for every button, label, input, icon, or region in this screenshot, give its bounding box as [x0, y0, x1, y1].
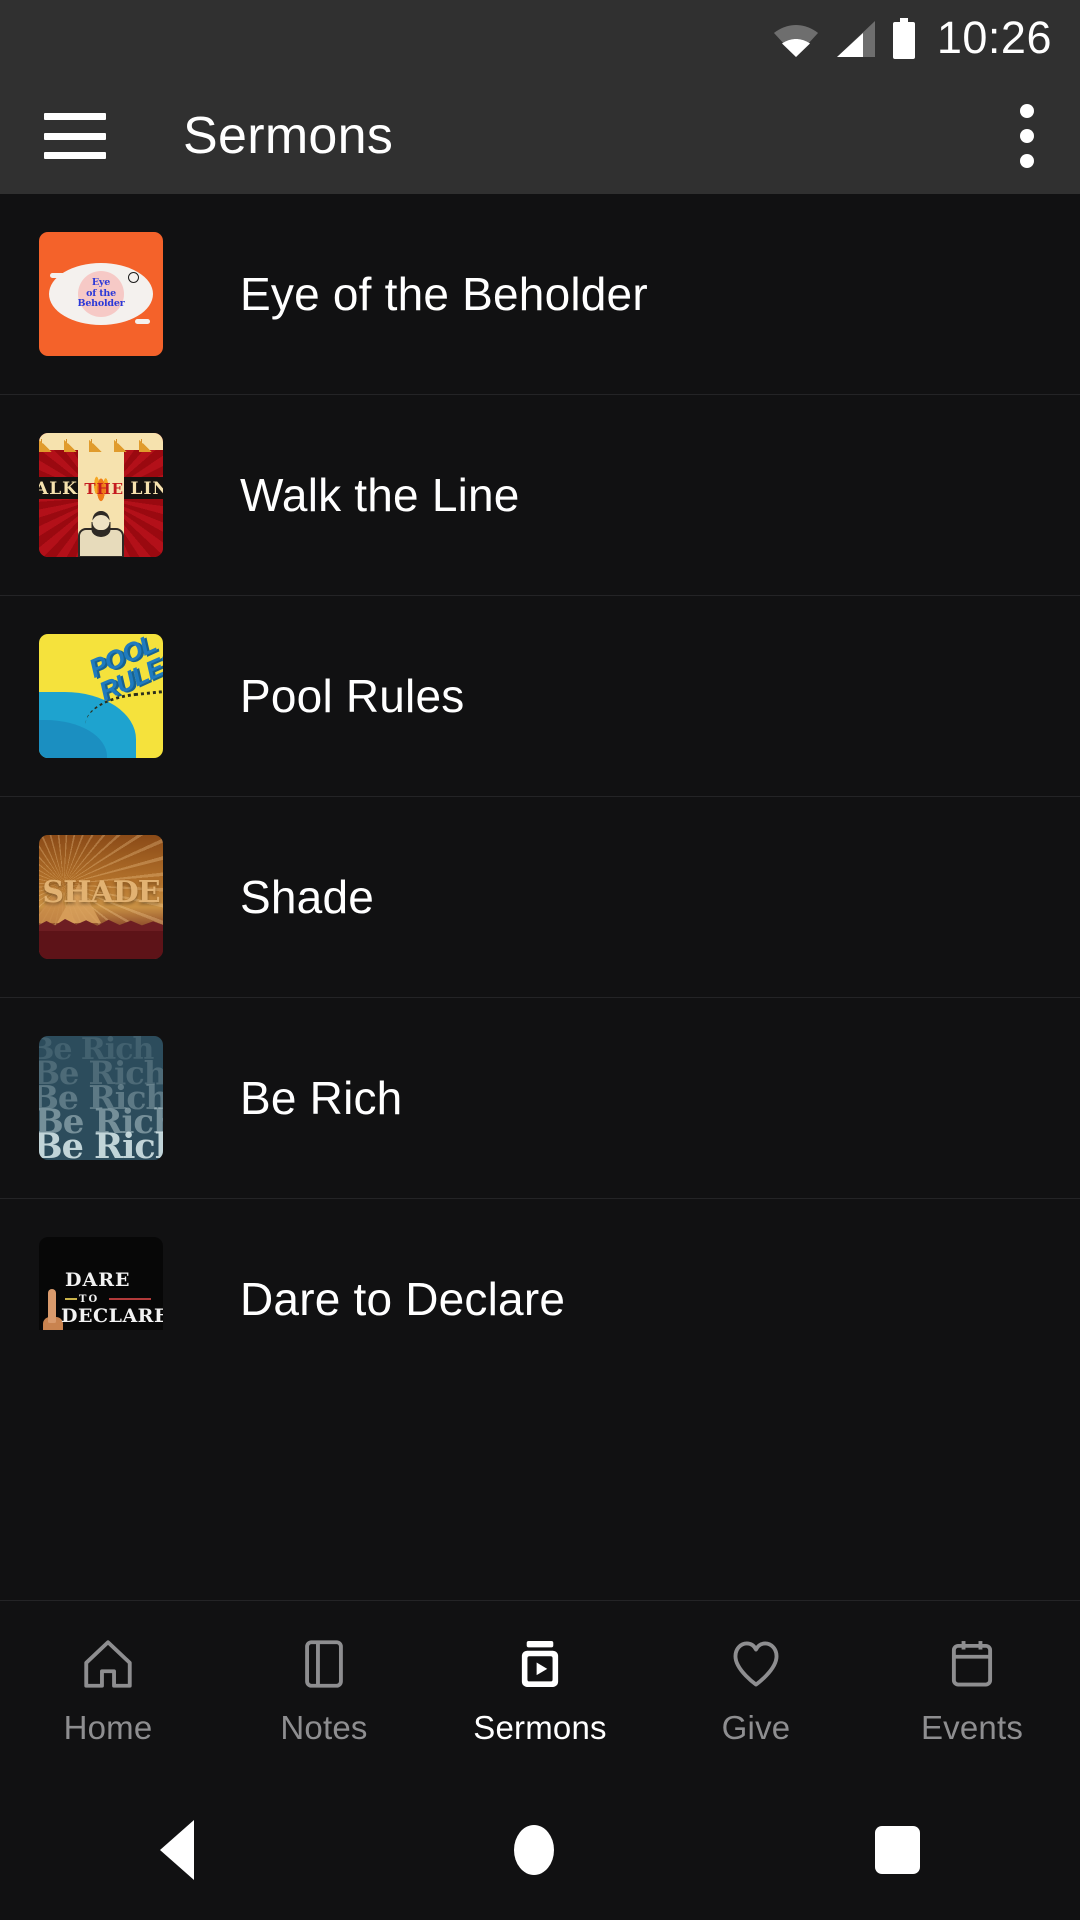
tab-label: Sermons: [473, 1708, 607, 1746]
recents-square-icon[interactable]: [874, 1826, 920, 1874]
art-text-line: Be Rich: [39, 1126, 163, 1160]
tab-sermons[interactable]: Sermons: [432, 1635, 648, 1747]
cellular-signal-icon: [836, 21, 875, 57]
tab-give[interactable]: Give: [648, 1635, 864, 1747]
art-text-line: DECLARE: [61, 1305, 163, 1327]
bottom-tab-bar: Home Notes Sermons Give Events: [0, 1600, 1080, 1780]
art-text-line: TO: [79, 1294, 100, 1305]
notes-icon: [305, 1639, 343, 1688]
status-bar-clock: 10:26: [936, 11, 1052, 63]
sermon-title: Shade: [240, 870, 375, 923]
back-triangle-icon[interactable]: [160, 1820, 195, 1880]
tab-home[interactable]: Home: [0, 1635, 216, 1747]
home-icon: [84, 1639, 132, 1688]
list-item[interactable]: DARE TO DECLARE Dare to Declare: [0, 1199, 1080, 1330]
tab-label: Notes: [280, 1708, 368, 1746]
tab-notes[interactable]: Notes: [216, 1635, 432, 1747]
tab-label: Give: [721, 1708, 791, 1746]
hamburger-menu-icon[interactable]: [44, 113, 106, 159]
list-item[interactable]: SHADE Shade: [0, 797, 1080, 998]
art-text-line: SHADE: [42, 875, 160, 910]
list-item[interactable]: Eye of the Beholder Eye of the Beholder: [0, 194, 1080, 395]
tab-label: Home: [63, 1708, 153, 1746]
status-bar: 10:26: [0, 0, 1080, 78]
sermon-title: Walk the Line: [240, 468, 520, 521]
sermon-thumbnail: ALK THE LIN: [39, 433, 163, 557]
art-text-line: Beholder: [77, 298, 125, 310]
calendar-icon: [951, 1640, 993, 1686]
art-text-line: THE: [84, 479, 125, 498]
page-title: Sermons: [183, 107, 394, 165]
sermon-thumbnail: DARE TO DECLARE: [39, 1237, 163, 1330]
art-text-line: LIN: [130, 478, 163, 499]
list-item[interactable]: POOL RULES Pool Rules: [0, 596, 1080, 797]
sermons-video-icon: [521, 1640, 559, 1687]
home-circle-icon[interactable]: [514, 1825, 555, 1875]
more-options-icon[interactable]: [1020, 104, 1034, 168]
art-text-line: DARE: [65, 1269, 131, 1291]
sermon-title: Eye of the Beholder: [240, 267, 648, 320]
heart-icon: [733, 1641, 779, 1686]
list-item[interactable]: Be Rich Be Rich Be Rich Be Rich Be Rich …: [0, 998, 1080, 1199]
android-navigation-bar: [0, 1780, 1080, 1920]
sermon-thumbnail: POOL RULES: [39, 634, 163, 758]
app-root: 10:26 Sermons Eye of the Beholder Eye of…: [0, 0, 1080, 1920]
tab-label: Events: [920, 1708, 1024, 1746]
battery-icon: [892, 18, 915, 59]
app-bar: Sermons: [0, 78, 1080, 194]
sermon-list[interactable]: Eye of the Beholder Eye of the Beholder: [0, 194, 1080, 1330]
wifi-icon: [773, 25, 818, 57]
sermon-title: Dare to Declare: [240, 1272, 566, 1325]
sermon-title: Pool Rules: [240, 669, 465, 722]
tab-events[interactable]: Events: [864, 1635, 1080, 1747]
list-item[interactable]: ALK THE LIN Walk the Line: [0, 395, 1080, 596]
sermon-thumbnail: Be Rich Be Rich Be Rich Be Rich Be Rich: [39, 1036, 163, 1160]
sermon-thumbnail: SHADE: [39, 835, 163, 959]
art-text-line: ALK: [39, 478, 78, 499]
sermon-title: Be Rich: [240, 1071, 403, 1124]
sermon-thumbnail: Eye of the Beholder: [39, 232, 163, 356]
